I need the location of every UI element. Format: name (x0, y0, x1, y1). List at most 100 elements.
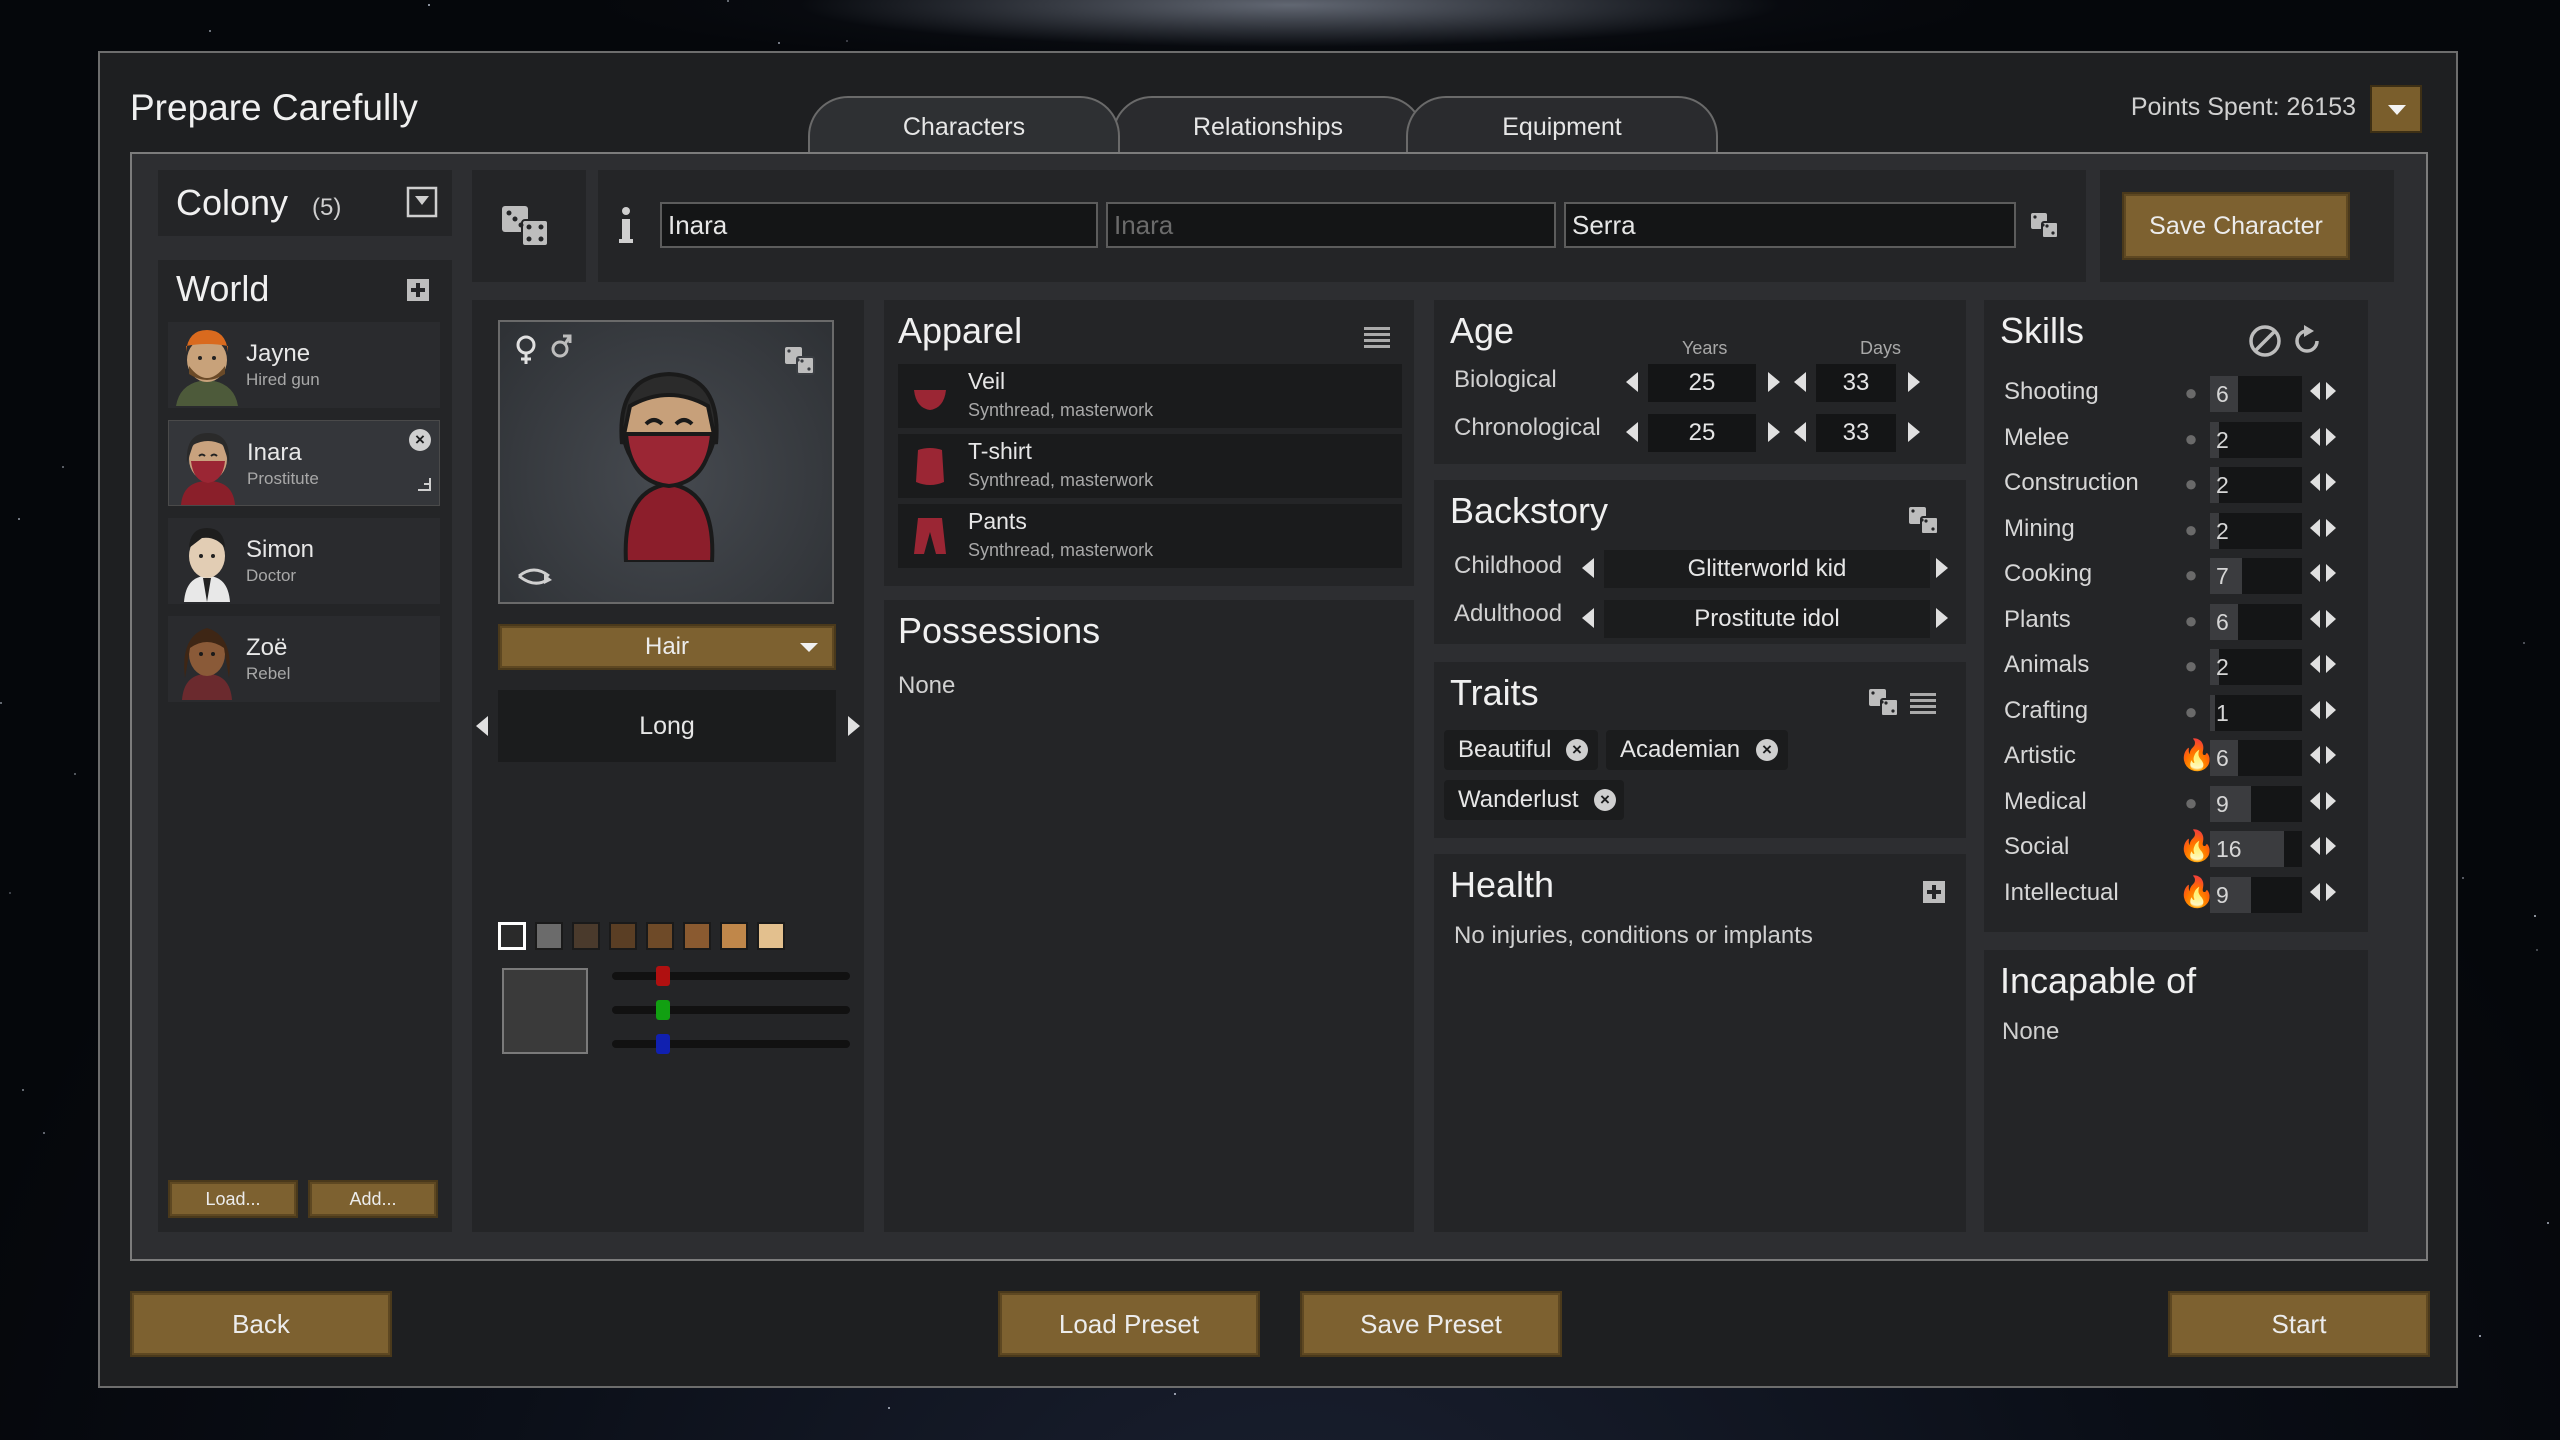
skill-increase[interactable] (2326, 655, 2336, 673)
layer-dropdown[interactable]: Hair (498, 624, 836, 670)
adulthood-next[interactable] (1936, 608, 1948, 628)
passion-flame-icon[interactable]: 🔥 (2178, 829, 2215, 864)
blue-slider-knob[interactable] (656, 1034, 670, 1054)
rotate-icon[interactable] (514, 562, 554, 592)
skill-level-bar[interactable]: 2 (2210, 649, 2302, 685)
load-pawn-button[interactable]: Load... (168, 1180, 298, 1218)
skill-increase[interactable] (2326, 564, 2336, 582)
skill-increase[interactable] (2326, 746, 2336, 764)
reset-skills-icon[interactable] (2290, 324, 2324, 358)
chronological-days-increase[interactable] (1908, 422, 1920, 442)
tab-equipment[interactable]: Equipment (1406, 96, 1718, 152)
skill-level-bar[interactable]: 9 (2210, 785, 2302, 822)
color-swatch[interactable] (683, 922, 711, 950)
passion-none-icon[interactable]: ● (2178, 790, 2204, 816)
last-name-input[interactable]: Serra (1564, 202, 2016, 248)
skill-decrease[interactable] (2310, 518, 2320, 537)
skill-increase[interactable] (2326, 427, 2336, 446)
adulthood-value[interactable]: Prostitute idol (1604, 600, 1930, 638)
passion-flame-icon[interactable]: 🔥 (2178, 875, 2215, 910)
color-swatch[interactable] (535, 922, 563, 950)
color-swatch[interactable] (720, 922, 748, 950)
color-swatch[interactable] (498, 922, 526, 950)
childhood-prev[interactable] (1582, 558, 1594, 578)
childhood-value[interactable]: Glitterworld kid (1604, 550, 1930, 588)
biological-years[interactable]: 25 (1648, 364, 1756, 402)
remove-trait-icon[interactable]: × (1594, 789, 1616, 811)
biological-years-decrease[interactable] (1626, 372, 1638, 392)
skill-level-bar[interactable]: 6 (2210, 740, 2302, 776)
skill-decrease[interactable] (2310, 746, 2320, 764)
randomize-backstory-icon[interactable] (1908, 506, 1940, 536)
skill-increase[interactable] (2326, 882, 2336, 901)
chronological-days-decrease[interactable] (1794, 422, 1806, 442)
pawn-simon[interactable]: Simon Doctor (168, 518, 440, 604)
skill-decrease[interactable] (2310, 564, 2320, 582)
passion-none-icon[interactable]: ● (2178, 426, 2204, 452)
skill-decrease[interactable] (2310, 837, 2320, 855)
adulthood-prev[interactable] (1582, 608, 1594, 628)
red-slider[interactable] (612, 966, 850, 986)
biological-years-increase[interactable] (1768, 372, 1780, 392)
chronological-years-increase[interactable] (1768, 422, 1780, 442)
trait-list-icon[interactable] (1910, 692, 1936, 714)
first-name-input[interactable]: Inara (660, 202, 1098, 248)
collapse-icon[interactable] (406, 186, 438, 218)
prev-option-arrow[interactable] (476, 716, 488, 736)
trait-beautiful[interactable]: Beautiful × (1444, 730, 1598, 770)
green-slider[interactable] (612, 1000, 850, 1020)
skill-level-bar[interactable]: 9 (2210, 876, 2302, 913)
skill-decrease[interactable] (2310, 882, 2320, 901)
skill-level-bar[interactable]: 6 (2210, 376, 2302, 412)
passion-none-icon[interactable]: ● (2178, 471, 2204, 497)
remove-trait-icon[interactable]: × (1756, 739, 1778, 761)
skill-level-bar[interactable]: 6 (2210, 603, 2302, 640)
apparel-item-pants[interactable]: Pants Synthread, masterwork (898, 504, 1402, 568)
red-slider-knob[interactable] (656, 966, 670, 986)
color-swatch[interactable] (646, 922, 674, 950)
skill-increase[interactable] (2326, 609, 2336, 628)
passion-none-icon[interactable]: ● (2178, 517, 2204, 543)
tab-characters[interactable]: Characters (808, 96, 1120, 152)
info-icon[interactable] (616, 206, 636, 246)
skill-level-bar[interactable]: 16 (2210, 831, 2302, 867)
passion-none-icon[interactable]: ● (2178, 608, 2204, 634)
skill-increase[interactable] (2326, 473, 2336, 491)
skill-increase[interactable] (2326, 837, 2336, 855)
apparel-item-veil[interactable]: Veil Synthread, masterwork (898, 364, 1402, 428)
pawn-inara[interactable]: Inara Prostitute × (168, 420, 440, 506)
passion-none-icon[interactable]: ● (2178, 653, 2204, 679)
next-option-arrow[interactable] (848, 716, 860, 736)
chronological-years[interactable]: 25 (1648, 414, 1756, 452)
start-button[interactable]: Start (2168, 1291, 2430, 1357)
pawn-zoe[interactable]: Zoë Rebel (168, 616, 440, 702)
tab-relationships[interactable]: Relationships (1112, 96, 1424, 152)
apparel-item-tshirt[interactable]: T-shirt Synthread, masterwork (898, 434, 1402, 498)
skill-increase[interactable] (2326, 700, 2336, 719)
skill-decrease[interactable] (2310, 609, 2320, 628)
move-to-world-icon[interactable] (415, 475, 433, 493)
biological-days-increase[interactable] (1908, 372, 1920, 392)
trait-academian[interactable]: Academian × (1606, 730, 1788, 770)
passion-flame-icon[interactable]: 🔥 (2178, 738, 2215, 773)
passion-none-icon[interactable]: ● (2178, 380, 2204, 406)
randomize-dice-icon[interactable] (500, 204, 552, 248)
trait-wanderlust[interactable]: Wanderlust × (1444, 780, 1624, 820)
add-world-pawn-icon[interactable] (406, 278, 430, 302)
skill-decrease[interactable] (2310, 791, 2320, 810)
add-health-icon[interactable] (1922, 880, 1946, 904)
skill-level-bar[interactable]: 2 (2210, 421, 2302, 458)
color-swatch[interactable] (572, 922, 600, 950)
list-icon[interactable] (1364, 326, 1390, 348)
passion-none-icon[interactable]: ● (2178, 562, 2204, 588)
pawn-jayne[interactable]: Jayne Hired gun (168, 322, 440, 408)
skill-decrease[interactable] (2310, 655, 2320, 673)
delete-pawn-icon[interactable]: × (409, 429, 431, 451)
skill-decrease[interactable] (2310, 700, 2320, 719)
chronological-days[interactable]: 33 (1816, 414, 1896, 452)
biological-days-decrease[interactable] (1794, 372, 1806, 392)
color-swatch[interactable] (609, 922, 637, 950)
points-menu-button[interactable] (2370, 85, 2422, 133)
skill-increase[interactable] (2326, 382, 2336, 400)
skill-decrease[interactable] (2310, 473, 2320, 491)
